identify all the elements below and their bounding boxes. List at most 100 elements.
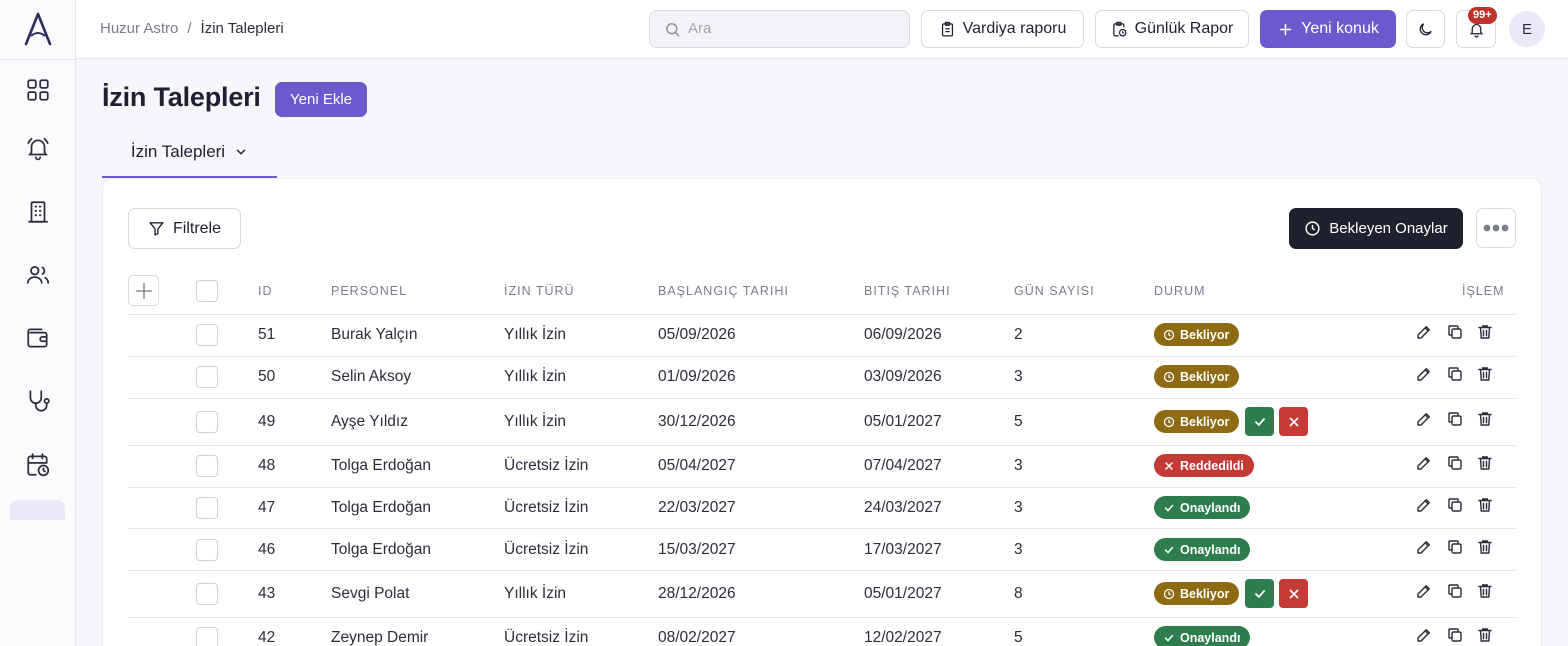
status-badge: Bekliyor	[1154, 410, 1240, 433]
cell-personel: Tolga Erdoğan	[331, 499, 431, 516]
approve-button[interactable]	[1245, 407, 1274, 436]
row-checkbox[interactable]	[196, 583, 218, 605]
table-divider	[128, 570, 1516, 571]
reject-button[interactable]	[1279, 579, 1308, 608]
copy-icon[interactable]	[1446, 410, 1464, 428]
close-icon	[1287, 415, 1301, 429]
trash-icon[interactable]	[1476, 496, 1494, 514]
sidebar-item-schedule[interactable]	[19, 446, 57, 484]
table-divider	[128, 528, 1516, 529]
filter-button[interactable]: Filtrele	[128, 208, 241, 249]
theme-toggle-button[interactable]	[1406, 10, 1445, 48]
column-header-days[interactable]: GÜN SAYISI	[1014, 284, 1095, 298]
search-input[interactable]	[688, 20, 898, 37]
column-header-status[interactable]: DURUM	[1154, 284, 1206, 298]
cell-days: 2	[1014, 326, 1023, 343]
breadcrumb-current: İzin Talepleri	[200, 20, 284, 37]
status-label: Onaylandı	[1180, 500, 1241, 515]
cell-end-date: 07/04/2027	[864, 457, 942, 474]
sidebar-item-health[interactable]	[19, 382, 57, 420]
edit-icon[interactable]	[1415, 496, 1433, 514]
column-header-personel[interactable]: PERSONEL	[331, 284, 407, 298]
copy-icon[interactable]	[1446, 538, 1464, 556]
edit-icon[interactable]	[1415, 626, 1433, 644]
add-new-button[interactable]: Yeni Ekle	[275, 82, 367, 117]
edit-icon[interactable]	[1415, 582, 1433, 600]
cell-id: 49	[258, 413, 276, 430]
notification-count-badge: 99+	[1468, 7, 1497, 24]
cell-id: 43	[258, 585, 276, 602]
sidebar	[0, 0, 76, 646]
status-badge: Bekliyor	[1154, 365, 1240, 388]
row-checkbox[interactable]	[196, 324, 218, 346]
select-all-checkbox[interactable]	[196, 280, 218, 302]
logo-icon[interactable]	[22, 12, 54, 46]
edit-icon[interactable]	[1415, 410, 1433, 428]
cell-id: 48	[258, 457, 276, 474]
column-header-leave-type[interactable]: İZIN TÜRÜ	[504, 284, 575, 298]
column-header-start-date[interactable]: BAŞLANGIÇ TARIHI	[658, 284, 789, 298]
row-checkbox[interactable]	[196, 455, 218, 477]
building-icon	[28, 201, 48, 223]
new-guest-button[interactable]: Yeni konuk	[1260, 10, 1396, 48]
check-icon	[1163, 632, 1175, 644]
trash-icon[interactable]	[1476, 410, 1494, 428]
trash-icon[interactable]	[1476, 323, 1494, 341]
plus-icon	[135, 282, 152, 299]
copy-icon[interactable]	[1446, 323, 1464, 341]
table-divider	[128, 314, 1516, 315]
status-label: Bekliyor	[1180, 586, 1230, 601]
chevron-down-icon	[236, 149, 246, 155]
row-checkbox[interactable]	[196, 497, 218, 519]
tab-leave-requests[interactable]: İzin Talepleri	[102, 128, 277, 178]
trash-icon[interactable]	[1476, 365, 1494, 383]
trash-icon[interactable]	[1476, 582, 1494, 600]
copy-icon[interactable]	[1446, 582, 1464, 600]
page-title: İzin Talepleri	[102, 82, 261, 112]
row-checkbox[interactable]	[196, 411, 218, 433]
sidebar-item-building[interactable]	[19, 193, 57, 231]
sidebar-item-dashboard[interactable]	[19, 71, 57, 109]
more-options-button[interactable]	[1476, 208, 1516, 248]
new-guest-label: Yeni konuk	[1301, 20, 1379, 37]
breadcrumb-root[interactable]: Huzur Astro	[100, 20, 178, 37]
copy-icon[interactable]	[1446, 454, 1464, 472]
breadcrumb: Huzur Astro / İzin Talepleri	[100, 20, 284, 37]
approve-button[interactable]	[1245, 579, 1274, 608]
daily-report-button[interactable]: Günlük Rapor	[1095, 10, 1249, 48]
row-checkbox[interactable]	[196, 627, 218, 646]
pending-approvals-button[interactable]: Bekleyen Onaylar	[1289, 208, 1463, 249]
edit-icon[interactable]	[1415, 365, 1433, 383]
trash-icon[interactable]	[1476, 538, 1494, 556]
cell-id: 51	[258, 326, 276, 343]
expand-rows-button[interactable]	[128, 275, 159, 306]
copy-icon[interactable]	[1446, 496, 1464, 514]
reject-button[interactable]	[1279, 407, 1308, 436]
row-checkbox[interactable]	[196, 539, 218, 561]
shift-report-button[interactable]: Vardiya raporu	[921, 10, 1084, 48]
edit-icon[interactable]	[1415, 454, 1433, 472]
sidebar-item-active[interactable]	[10, 500, 65, 520]
column-header-id[interactable]: ID	[258, 284, 273, 298]
avatar[interactable]: E	[1509, 11, 1545, 47]
cell-start-date: 05/09/2026	[658, 326, 736, 343]
filter-label: Filtrele	[172, 219, 221, 237]
clock-icon	[1305, 221, 1320, 236]
trash-icon[interactable]	[1476, 454, 1494, 472]
sidebar-item-users[interactable]	[19, 256, 57, 294]
cell-leave-type: Yıllık İzin	[504, 585, 567, 602]
clock-icon	[1163, 371, 1175, 383]
copy-icon[interactable]	[1446, 626, 1464, 644]
cell-start-date: 08/02/2027	[658, 629, 736, 646]
copy-icon[interactable]	[1446, 365, 1464, 383]
sidebar-item-alarms[interactable]	[19, 129, 57, 167]
sidebar-item-wallet[interactable]	[19, 319, 57, 357]
column-header-end-date[interactable]: BITIŞ TARIHI	[864, 284, 951, 298]
edit-icon[interactable]	[1415, 538, 1433, 556]
row-checkbox[interactable]	[196, 366, 218, 388]
cell-days: 3	[1014, 457, 1023, 474]
trash-icon[interactable]	[1476, 626, 1494, 644]
search-box[interactable]	[649, 10, 910, 48]
cell-start-date: 22/03/2027	[658, 499, 736, 516]
edit-icon[interactable]	[1415, 323, 1433, 341]
